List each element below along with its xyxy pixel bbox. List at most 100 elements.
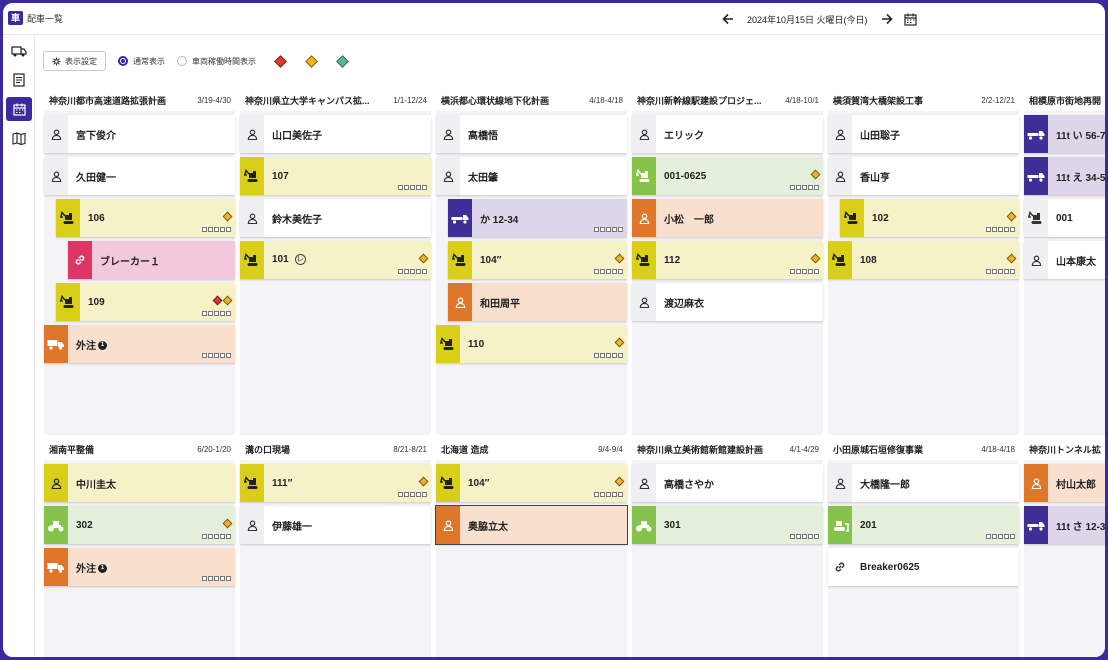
project-header[interactable]: 湘南平整備 6/20-1/20	[44, 438, 235, 460]
card-label: 太田肇	[468, 172, 498, 184]
vehicle-card[interactable]: 外注 1	[44, 325, 235, 363]
schedule-slots	[789, 269, 819, 274]
vehicle-card[interactable]: 111″	[240, 464, 431, 502]
card-label: ブレーカー１	[100, 256, 160, 268]
staff-card[interactable]: 香山亨	[828, 157, 1019, 195]
status-diamond-icon	[222, 211, 233, 222]
project-header[interactable]: 神奈川県立大学キャンパス拡... 1/1-12/24	[240, 89, 431, 111]
person-icon	[639, 297, 649, 308]
project-header[interactable]: 溝の口現場 8/21-8/21	[240, 438, 431, 460]
view-toolbar: 表示設定 通常表示 車両稼働時間表示	[43, 50, 355, 72]
staff-card[interactable]: 山田聡子	[828, 115, 1019, 153]
slot-box	[594, 227, 599, 232]
card-type-icon-box	[44, 157, 68, 195]
card-type-icon-box	[448, 241, 472, 279]
staff-card[interactable]: 太田肇	[436, 157, 627, 195]
slot-box	[398, 269, 403, 274]
card-label: 11t さ 12-3	[1056, 521, 1105, 533]
card-type-icon-box	[240, 506, 264, 544]
vehicle-card[interactable]: 301	[632, 506, 823, 544]
schedule-slots	[985, 534, 1015, 539]
vehicle-card[interactable]: 108	[828, 241, 1019, 279]
sidebar-item-map[interactable]	[6, 126, 32, 150]
staff-card[interactable]: 小松 一郎	[632, 199, 823, 237]
operating-hours-view-radio[interactable]: 車両稼働時間表示	[177, 56, 256, 67]
slot-box	[410, 185, 415, 190]
staff-card[interactable]: 山口美佐子	[240, 115, 431, 153]
card-type-icon-box	[44, 464, 68, 502]
vehicle-card[interactable]: 101 レ	[240, 241, 431, 279]
normal-view-radio[interactable]: 通常表示	[118, 56, 165, 67]
prev-day-button[interactable]	[719, 10, 737, 28]
vehicle-card[interactable]: 110	[436, 325, 627, 363]
vehicle-card[interactable]: 11t さ 12-3	[1024, 506, 1105, 544]
staff-card[interactable]: 久田健一	[44, 157, 235, 195]
vehicle-card[interactable]: 102	[840, 199, 1019, 237]
slot-box	[618, 492, 623, 497]
project-header[interactable]: 相模原市街地再開	[1024, 89, 1105, 111]
slot-box	[416, 185, 421, 190]
staff-card[interactable]: 山本康太	[1024, 241, 1105, 279]
project-header[interactable]: 小田原城石垣修復事業 4/18-4/18	[828, 438, 1019, 460]
staff-card[interactable]: 中川圭太	[44, 464, 235, 502]
sidebar-item-calendar[interactable]	[6, 97, 32, 121]
status-diamond-icon	[614, 476, 625, 487]
vehicle-card[interactable]: 112	[632, 241, 823, 279]
project-header[interactable]: 神奈川トンネル拡	[1024, 438, 1105, 460]
status-diamond-icon	[274, 54, 287, 68]
project-name: 神奈川都市高速道路拡張計画	[49, 95, 167, 106]
card-type-icon-box	[436, 464, 460, 502]
sidebar-item-vehicles[interactable]	[6, 39, 32, 63]
next-day-button[interactable]	[878, 10, 896, 28]
project-header[interactable]: 神奈川県立美術館新館建設計画 4/1-4/29	[632, 438, 823, 460]
staff-card[interactable]: 鈴木美佐子	[240, 199, 431, 237]
vehicle-card[interactable]: か 12-34	[448, 199, 627, 237]
vehicle-card[interactable]: 106	[56, 199, 235, 237]
status-indicators	[1005, 253, 1017, 264]
vehicle-card[interactable]: Breaker0625	[828, 548, 1019, 586]
project-header[interactable]: 北海道 造成 9/4-9/4	[436, 438, 627, 460]
card-type-icon-box	[56, 283, 80, 321]
staff-card[interactable]: 村山太郎	[1024, 464, 1105, 502]
vehicle-card[interactable]: 302	[44, 506, 235, 544]
vehicle-card[interactable]: 107	[240, 157, 431, 195]
status-diamond-icon	[810, 253, 821, 264]
vehicle-card[interactable]: 201	[828, 506, 1019, 544]
vehicle-card[interactable]: 104″	[448, 241, 627, 279]
link-icon	[75, 255, 85, 265]
staff-card[interactable]: 高橋さやか	[632, 464, 823, 502]
slot-box	[214, 311, 219, 316]
card-type-icon-box	[840, 199, 864, 237]
staff-card[interactable]: 高橋悟	[436, 115, 627, 153]
sidebar-item-documents[interactable]	[6, 68, 32, 92]
vehicle-card[interactable]: 104″	[436, 464, 627, 502]
slot-box	[612, 227, 617, 232]
staff-card[interactable]: 伊藤雄一	[240, 506, 431, 544]
staff-card[interactable]: 奥脇立太	[435, 505, 628, 545]
vehicle-card[interactable]: 109	[56, 283, 235, 321]
staff-card[interactable]: 大橋隆一郎	[828, 464, 1019, 502]
staff-card[interactable]: 宮下俊介	[44, 115, 235, 153]
vehicle-card[interactable]: 11t い 56-7	[1024, 115, 1105, 153]
excavator-icon	[832, 253, 846, 266]
vehicle-card[interactable]: 11t え 34-5	[1024, 157, 1105, 195]
status-indicators	[613, 476, 625, 487]
sidebar	[3, 35, 35, 657]
vehicle-card[interactable]: 001-0625	[632, 157, 823, 195]
staff-card[interactable]: エリック	[632, 115, 823, 153]
project-header[interactable]: 横須賀湾大橋架設工事 2/2-12/21	[828, 89, 1019, 111]
staff-card[interactable]: 渡辺麻衣	[632, 283, 823, 321]
calendar-picker-button[interactable]	[902, 10, 920, 28]
project-header[interactable]: 神奈川都市高速道路拡張計画 3/19-4/30	[44, 89, 235, 111]
vehicle-card[interactable]: ブレーカー１	[68, 241, 235, 279]
staff-card[interactable]: 和田周平	[448, 283, 627, 321]
slot-box	[202, 534, 207, 539]
project-header[interactable]: 横浜都心環状線地下化計画 4/18-4/18	[436, 89, 627, 111]
vehicle-card[interactable]: 001	[1024, 199, 1105, 237]
display-settings-button[interactable]: 表示設定	[43, 51, 106, 71]
project-column: 神奈川県立美術館新館建設計画 4/1-4/29 高橋さやか 301	[632, 438, 823, 657]
vehicle-card[interactable]: 外注 1	[44, 548, 235, 586]
card-type-icon-box	[240, 464, 264, 502]
project-header[interactable]: 神奈川新幹線駅建設プロジェ... 4/18-10/1	[632, 89, 823, 111]
card-type-icon-box	[828, 464, 852, 502]
